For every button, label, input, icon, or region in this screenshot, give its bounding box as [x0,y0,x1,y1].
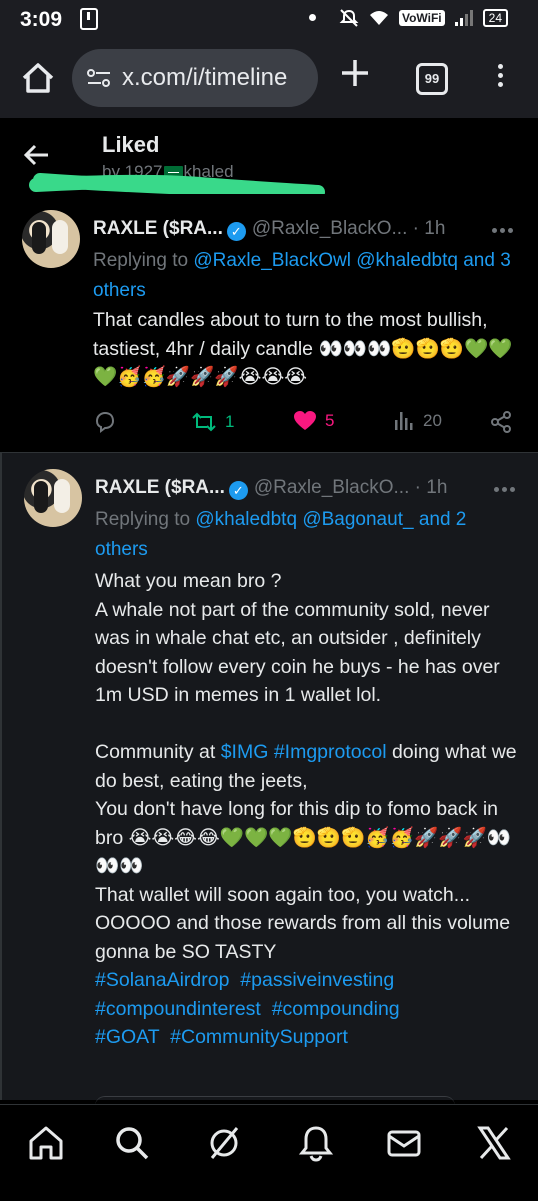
author-handle[interactable]: @Raxle_BlackO... [254,477,410,498]
url-text[interactable]: x.com/i/timeline [122,64,287,92]
mute-icon [339,9,359,27]
tweet-text-part: What you mean bro ? A whale not part of … [95,570,500,763]
tweet[interactable]: RAXLE ($RA... ✓ @Raxle_BlackO... · 1h Repl… [0,453,538,1100]
tweet-text-part: doing what we do best, eating the jeets,… [95,741,517,963]
back-arrow-icon[interactable] [22,140,52,170]
page-subtitle: by 1927 khaled [102,162,234,182]
reply-button[interactable] [93,410,117,434]
tweet-time[interactable]: 1h [424,218,445,239]
share-icon [491,411,511,433]
views-icon [395,412,413,430]
wifi-icon [369,11,388,25]
page-header: Liked by 1927 khaled [0,118,538,194]
browser-toolbar: x.com/i/timeline 99 [0,38,538,118]
reply-icon [95,411,115,433]
hashtag-link[interactable]: #CommunitySupport [170,1026,348,1048]
avatar[interactable] [24,469,82,527]
share-button[interactable] [489,410,513,434]
more-horiz-icon[interactable] [494,487,518,493]
home-icon[interactable] [26,1123,66,1163]
tweet-time[interactable]: 1h [426,477,447,498]
more-horiz-icon[interactable] [492,228,516,234]
new-tab-button[interactable] [338,56,372,97]
tweet-header: RAXLE ($RA... ✓ @Raxle_BlackO... · 1h [95,477,522,503]
hashtag-link[interactable]: #SolanaAirdrop [95,969,229,991]
mention-link[interactable]: @khaledbtq [195,509,297,530]
more-vert-icon[interactable] [492,60,508,96]
like-button[interactable]: 5 [293,410,334,432]
tabs-icon[interactable]: 99 [416,63,448,95]
hashtag-link[interactable]: #passiveinvesting [240,969,394,991]
vowifi-badge: VoWiFi [398,10,445,26]
cashtag-link[interactable]: $IMG [221,741,269,763]
search-icon[interactable] [112,1123,152,1163]
heart-icon [294,411,316,430]
signal-icon [454,10,473,26]
tweet-text: That candles about to turn to the most b… [93,309,513,388]
replying-to: Replying to @khaledbtq @Bagonaut_ and 2 … [95,505,518,565]
bottom-nav [0,1104,538,1201]
verified-badge-icon: ✓ [226,222,246,241]
mention-link[interactable]: @Bagonaut_ [302,509,413,530]
separator: · [414,477,421,498]
hashtag-link[interactable]: #Imgprotocol [274,741,387,763]
retweet-button[interactable]: 1 [191,410,234,434]
subtitle-prefix: by 1927 [102,162,163,181]
tweet-actions: 1 5 20 [93,406,516,440]
status-icons: VoWiFi 24 [339,8,508,28]
replying-to: Replying to @Raxle_BlackOwl @khaledbtq a… [93,246,516,306]
author-name[interactable]: RAXLE ($RA... [93,218,223,239]
view-count: 20 [423,411,442,430]
retweet-count: 1 [225,412,235,431]
views-button[interactable]: 20 [393,410,442,432]
messages-icon[interactable] [384,1123,424,1163]
notifications-icon[interactable] [296,1123,336,1163]
home-icon[interactable] [18,58,58,98]
battery-icon: 24 [482,9,508,27]
verified-badge-icon: ✓ [228,481,248,500]
hashtag-link[interactable]: #compoundinterest [95,998,261,1020]
grok-icon[interactable] [204,1123,244,1163]
author-handle[interactable]: @Raxle_BlackO... [252,218,408,239]
plus-icon [342,60,368,86]
tweet-header: RAXLE ($RA... ✓ @Raxle_BlackO... · 1h [93,218,520,244]
tweet-text: What you mean bro ? A whale not part of … [95,567,518,1052]
replying-prefix: Replying to [93,250,194,271]
author-name[interactable]: RAXLE ($RA... [95,477,225,498]
subtitle-suffix: khaled [183,162,234,181]
notification-dot-icon [309,14,316,21]
flag-icon [163,166,183,180]
page-title: Liked [102,132,160,157]
tweet[interactable]: RAXLE ($RA... ✓ @Raxle_BlackO... · 1h Repl… [0,194,538,453]
hashtag-link[interactable]: #compounding [272,998,400,1020]
address-bar[interactable]: x.com/i/timeline [72,49,318,107]
hashtag-link[interactable]: #GOAT [95,1026,159,1048]
tune-icon[interactable] [86,67,112,89]
retweet-icon [192,412,216,432]
mention-link[interactable]: @khaledbtq [356,250,458,271]
status-time: 3:09 [20,8,63,31]
like-count: 5 [325,411,335,430]
mention-link[interactable]: @Raxle_BlackOwl [193,250,351,271]
separator: · [412,218,419,239]
x-logo-icon[interactable] [474,1123,514,1163]
replying-prefix: Replying to [95,509,196,530]
avatar[interactable] [22,210,80,268]
status-bar: 3:09 VoWiFi 24 [0,0,538,38]
download-icon [80,8,98,30]
